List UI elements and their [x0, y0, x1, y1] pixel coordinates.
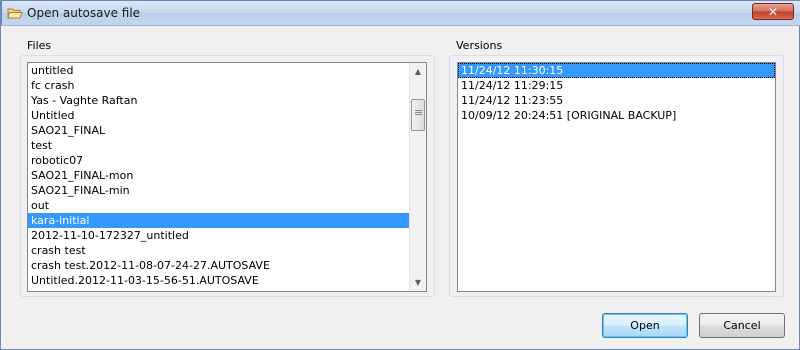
versions-list: 11/24/12 11:30:15 11/24/12 11:29:15 11/24/…	[458, 63, 775, 123]
list-item[interactable]: crash test.2012-11-08-07-24-27.AUTOSAVE	[28, 258, 426, 273]
list-item[interactable]: 11/24/12 11:23:55	[458, 93, 775, 108]
files-listbox[interactable]: untitled fc crash Yas - Vaghte Raftan Untit…	[27, 62, 427, 292]
versions-label: Versions	[456, 39, 503, 52]
title-bar[interactable]: Open autosave file ✕	[1, 0, 800, 26]
close-button[interactable]: ✕	[752, 3, 794, 20]
folder-open-icon	[7, 8, 23, 19]
window-title: Open autosave file	[27, 6, 141, 20]
versions-listbox[interactable]: 11/24/12 11:30:15 11/24/12 11:29:15 11/24/…	[457, 62, 776, 292]
files-label: Files	[27, 39, 52, 52]
list-item[interactable]: 11/24/12 11:30:15	[458, 63, 775, 78]
list-item[interactable]: kara-initial	[28, 213, 426, 228]
files-scrollbar[interactable]: ▲ ▼	[409, 63, 426, 291]
dialog-window: Open autosave file ✕ Files untitled fc cr…	[0, 0, 800, 350]
list-item[interactable]: test	[28, 138, 426, 153]
list-item[interactable]: crash test	[28, 243, 426, 258]
list-item[interactable]: 10/09/12 20:24:51 [ORIGINAL BACKUP]	[458, 108, 775, 123]
list-item[interactable]: Yas - Vaghte Raftan	[28, 93, 426, 108]
list-item[interactable]: robotic07	[28, 153, 426, 168]
scrollbar-thumb[interactable]	[411, 99, 425, 132]
cancel-button[interactable]: Cancel	[699, 313, 785, 338]
list-item[interactable]: out	[28, 198, 426, 213]
list-item[interactable]: fc crash	[28, 78, 426, 93]
list-item[interactable]: 11/24/12 11:29:15	[458, 78, 775, 93]
open-button[interactable]: Open	[602, 313, 688, 338]
scroll-down-arrow-icon[interactable]: ▼	[410, 274, 426, 291]
list-item[interactable]: Untitled	[28, 108, 426, 123]
list-item[interactable]: 2012-11-10-172327_untitled	[28, 228, 426, 243]
list-item[interactable]: SAO21_FINAL-min	[28, 183, 426, 198]
scroll-up-arrow-icon[interactable]: ▲	[410, 63, 426, 80]
files-list: untitled fc crash Yas - Vaghte Raftan Untit…	[28, 63, 426, 288]
list-item[interactable]: SAO21_FINAL-mon	[28, 168, 426, 183]
list-item[interactable]: Untitled.2012-11-03-15-56-51.AUTOSAVE	[28, 273, 426, 288]
list-item[interactable]: SAO21_FINAL	[28, 123, 426, 138]
list-item[interactable]: untitled	[28, 63, 426, 78]
